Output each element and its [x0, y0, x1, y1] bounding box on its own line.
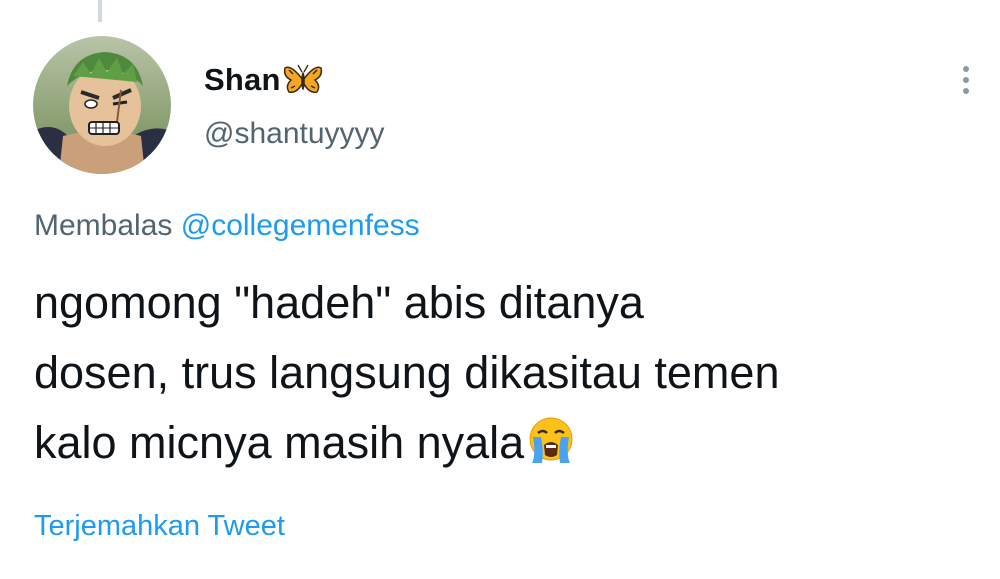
tweet-text-line-content: kalo micnya masih nyala — [34, 417, 525, 468]
tweet-text-line: ngomong "hadeh" abis ditanya — [34, 277, 644, 328]
tweet-text-line: dosen, trus langsung dikasitau temen — [34, 347, 780, 398]
tweet-text-line-last: kalo micnya masih nyala — [34, 408, 984, 478]
author-name-row[interactable]: Shan — [204, 58, 323, 102]
more-dot-icon — [963, 88, 969, 94]
translate-tweet-link[interactable]: Terjemahkan Tweet — [34, 510, 285, 543]
more-dot-icon — [963, 66, 969, 72]
more-options-button[interactable] — [952, 58, 980, 102]
avatar[interactable] — [33, 36, 171, 174]
replying-mention-link[interactable]: @collegemenfess — [181, 209, 420, 242]
butterfly-emoji-icon — [283, 64, 322, 94]
more-dot-icon — [963, 77, 969, 83]
thread-connector-line — [98, 0, 102, 22]
anime-character-avatar-icon — [33, 36, 171, 174]
tweet-text: ngomong "hadeh" abis ditanya dosen, trus… — [34, 268, 984, 478]
display-name[interactable]: Shan — [204, 62, 281, 98]
loudly-crying-face-emoji-icon — [529, 417, 573, 463]
replying-prefix: Membalas — [34, 209, 173, 242]
author-handle[interactable]: @shantuyyyy — [204, 117, 385, 151]
replying-to: Membalas @collegemenfess — [34, 209, 420, 243]
